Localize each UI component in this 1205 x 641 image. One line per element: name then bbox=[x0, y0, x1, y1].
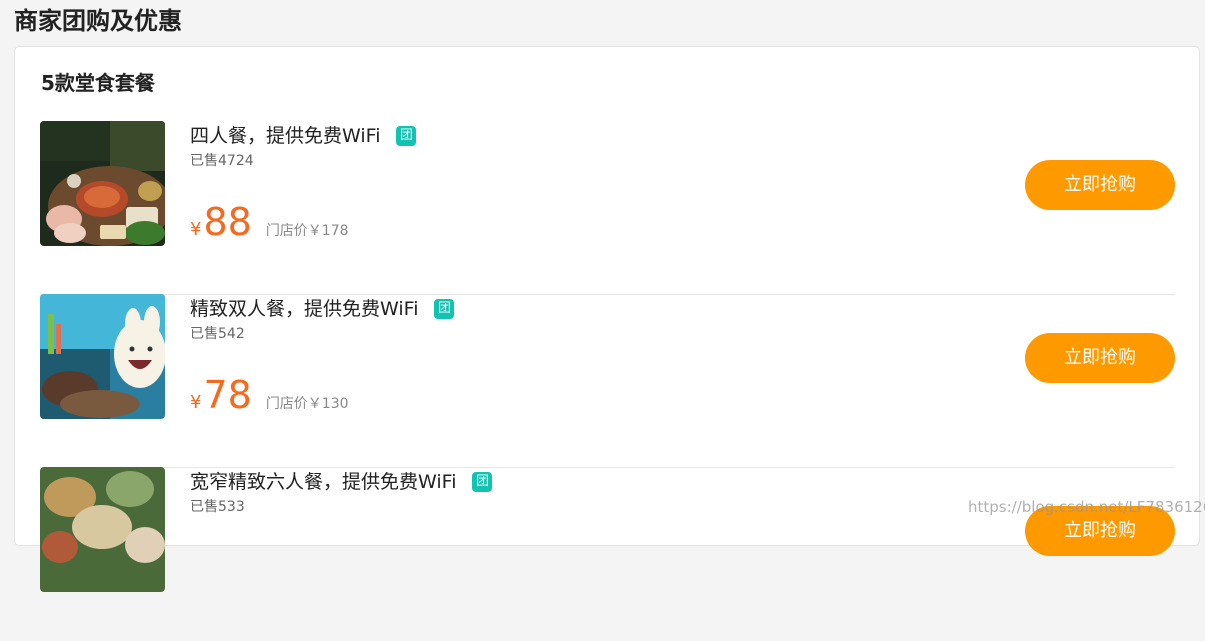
deal-image[interactable] bbox=[40, 121, 165, 246]
deal-title-text[interactable]: 四人餐，提供免费WiFi bbox=[190, 123, 380, 149]
group-buy-badge-icon: 团 bbox=[472, 472, 493, 492]
deal-item[interactable]: 宽窄精致六人餐，提供免费WiFi 团 已售533 立即抢购 bbox=[40, 467, 1175, 641]
deal-item[interactable]: 四人餐，提供免费WiFi 团 已售4724 ¥ 88 门店价￥178 立即抢购 bbox=[40, 121, 1175, 295]
deal-title[interactable]: 精致双人餐，提供免费WiFi 团 bbox=[190, 296, 455, 322]
currency-symbol: ¥ bbox=[190, 392, 202, 413]
section-title: 5款堂食套餐 bbox=[41, 71, 155, 95]
group-buy-badge-icon: 团 bbox=[396, 126, 417, 146]
deal-title[interactable]: 宽窄精致六人餐，提供免费WiFi 团 bbox=[190, 469, 493, 495]
deal-price: 88 bbox=[203, 200, 252, 244]
original-price: 门店价￥178 bbox=[265, 223, 349, 239]
deal-title[interactable]: 四人餐，提供免费WiFi 团 bbox=[190, 123, 417, 149]
deal-item[interactable]: 精致双人餐，提供免费WiFi 团 已售542 ¥ 78 门店价￥130 立即抢购 bbox=[40, 294, 1175, 468]
page-title: 商家团购及优惠 bbox=[14, 7, 182, 35]
price-row: ¥ 88 门店价￥178 bbox=[190, 199, 349, 245]
price-row: ¥ 78 门店价￥130 bbox=[190, 372, 349, 418]
watermark: https://blog.csdn.net/LF7836126 bbox=[968, 498, 1205, 516]
sold-count: 已售4724 bbox=[190, 153, 254, 169]
buy-now-button[interactable]: 立即抢购 bbox=[1025, 160, 1175, 210]
deal-title-text[interactable]: 宽窄精致六人餐，提供免费WiFi bbox=[190, 469, 456, 495]
deal-image[interactable] bbox=[40, 294, 165, 419]
deal-price: 78 bbox=[203, 373, 252, 417]
deal-image[interactable] bbox=[40, 467, 165, 592]
sold-count: 已售533 bbox=[190, 499, 245, 515]
deals-card: 5款堂食套餐 四人餐，提供免费WiFi 团 已售4724 ¥ 88 门店价￥17… bbox=[14, 46, 1200, 592]
original-price: 门店价￥130 bbox=[265, 396, 349, 412]
group-buy-badge-icon: 团 bbox=[434, 299, 455, 319]
deal-title-text[interactable]: 精致双人餐，提供免费WiFi bbox=[190, 296, 418, 322]
sold-count: 已售542 bbox=[190, 326, 245, 342]
currency-symbol: ¥ bbox=[190, 219, 202, 240]
buy-now-button[interactable]: 立即抢购 bbox=[1025, 333, 1175, 383]
